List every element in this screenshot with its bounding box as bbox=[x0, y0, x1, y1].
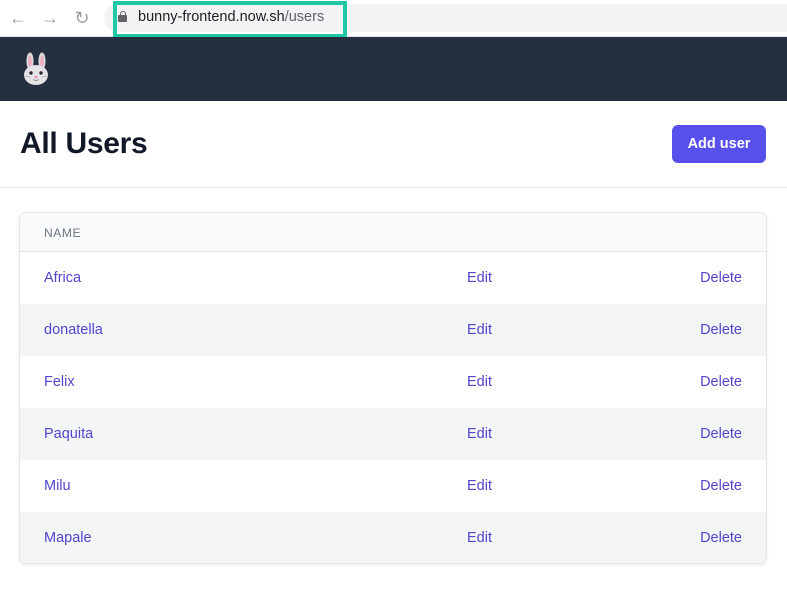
table-row: donatella Edit Delete bbox=[20, 304, 766, 356]
url-highlight-box bbox=[113, 1, 347, 38]
edit-link[interactable]: Edit bbox=[467, 478, 492, 494]
table-row: Mapale Edit Delete bbox=[20, 512, 766, 563]
user-name-link[interactable]: Milu bbox=[44, 478, 71, 494]
delete-link[interactable]: Delete bbox=[700, 270, 742, 286]
user-name-link[interactable]: Paquita bbox=[44, 426, 93, 442]
forward-arrow-icon[interactable]: → bbox=[39, 7, 61, 29]
table-row: Felix Edit Delete bbox=[20, 356, 766, 408]
delete-link[interactable]: Delete bbox=[700, 478, 742, 494]
add-user-button[interactable]: Add user bbox=[672, 125, 766, 163]
user-name-link[interactable]: donatella bbox=[44, 322, 103, 338]
delete-link[interactable]: Delete bbox=[700, 426, 742, 442]
edit-link[interactable]: Edit bbox=[467, 374, 492, 390]
table-header: NAME bbox=[20, 213, 766, 252]
table-row: Paquita Edit Delete bbox=[20, 408, 766, 460]
table-row: Africa Edit Delete bbox=[20, 252, 766, 304]
user-name-link[interactable]: Africa bbox=[44, 270, 81, 286]
page-header: All Users Add user bbox=[0, 101, 787, 188]
delete-link[interactable]: Delete bbox=[700, 322, 742, 338]
table-row: Milu Edit Delete bbox=[20, 460, 766, 512]
reload-icon[interactable]: ↻ bbox=[71, 7, 93, 29]
edit-link[interactable]: Edit bbox=[467, 322, 492, 338]
delete-link[interactable]: Delete bbox=[700, 374, 742, 390]
edit-link[interactable]: Edit bbox=[467, 270, 492, 286]
app-header bbox=[0, 37, 787, 101]
edit-link[interactable]: Edit bbox=[467, 426, 492, 442]
user-name-link[interactable]: Felix bbox=[44, 374, 75, 390]
browser-toolbar: ← → ↻ bunny-frontend.now.sh/users bbox=[0, 0, 787, 38]
back-arrow-icon[interactable]: ← bbox=[7, 7, 29, 29]
page-title: All Users bbox=[20, 127, 148, 160]
column-header-name: NAME bbox=[44, 226, 82, 240]
user-name-link[interactable]: Mapale bbox=[44, 530, 92, 546]
edit-link[interactable]: Edit bbox=[467, 530, 492, 546]
rabbit-face-icon[interactable] bbox=[20, 52, 52, 86]
users-table: NAME Africa Edit Delete donatella Edit D… bbox=[19, 212, 767, 564]
delete-link[interactable]: Delete bbox=[700, 530, 742, 546]
